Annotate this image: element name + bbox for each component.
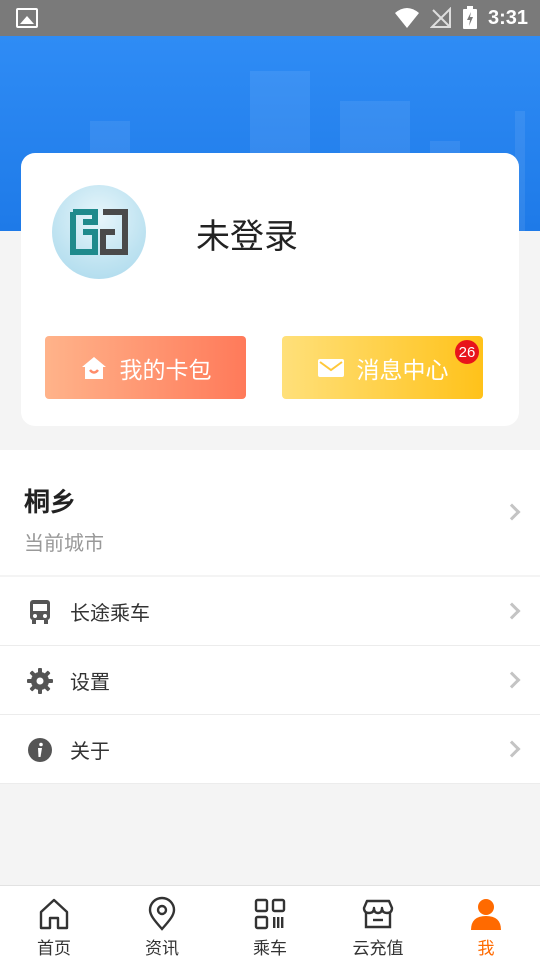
message-center-button[interactable]: 消息中心 26 [282, 336, 483, 399]
my-wallet-button[interactable]: 我的卡包 [45, 336, 246, 399]
status-time: 3:31 [487, 6, 528, 29]
info-icon [28, 738, 52, 762]
nav-label: 云充值 [352, 939, 404, 959]
nav-label: 我 [477, 939, 495, 959]
nav-label: 首页 [37, 939, 71, 959]
menu-item-about[interactable]: 关于 [0, 715, 540, 784]
nav-home[interactable]: 首页 [0, 886, 108, 960]
menu-item-settings[interactable]: 设置 [0, 646, 540, 715]
unread-badge: 26 [455, 340, 479, 364]
nav-ride[interactable]: 乘车 [216, 886, 324, 960]
image-notification-icon [16, 8, 38, 28]
message-center-label: 消息中心 [356, 357, 449, 384]
settings-menu: 长途乘车 设置 关于 [0, 577, 540, 784]
profile-card: 未登录 我的卡包 消息中心 26 [21, 153, 519, 426]
nav-label: 乘车 [253, 939, 287, 959]
nav-recharge[interactable]: 云充值 [324, 886, 432, 960]
wifi-icon [394, 8, 419, 28]
status-bar: 3:31 [0, 0, 540, 36]
no-signal-icon [429, 7, 451, 28]
username-label[interactable]: 未登录 [196, 209, 298, 258]
user-icon [471, 899, 501, 930]
chevron-right-icon [503, 671, 521, 689]
nav-news[interactable]: 资讯 [108, 886, 216, 960]
avatar[interactable] [52, 185, 146, 279]
city-name: 桐乡 [24, 488, 77, 518]
location-pin-icon [148, 896, 176, 931]
chevron-right-icon [503, 503, 521, 521]
store-icon [362, 899, 394, 929]
battery-charging-icon [462, 6, 477, 29]
bottom-nav: 首页 资讯 乘车 云充值 我 [0, 885, 540, 960]
bus-icon [30, 600, 50, 624]
my-wallet-label: 我的卡包 [119, 357, 212, 384]
qr-code-icon [254, 898, 286, 930]
mail-icon [317, 358, 344, 377]
menu-item-label: 长途乘车 [70, 600, 150, 625]
menu-item-long-distance[interactable]: 长途乘车 [0, 577, 540, 646]
nav-me[interactable]: 我 [432, 886, 540, 960]
home-wallet-icon [81, 356, 106, 379]
app-logo-icon [70, 209, 128, 255]
menu-item-label: 设置 [70, 669, 110, 694]
chevron-right-icon [503, 740, 521, 758]
menu-item-label: 关于 [70, 738, 110, 763]
nav-label: 资讯 [145, 939, 179, 959]
city-subtitle: 当前城市 [24, 531, 104, 555]
gear-icon [27, 668, 53, 694]
home-icon [39, 898, 69, 930]
chevron-right-icon [503, 602, 521, 620]
current-city-row[interactable]: 桐乡 当前城市 [0, 450, 540, 575]
